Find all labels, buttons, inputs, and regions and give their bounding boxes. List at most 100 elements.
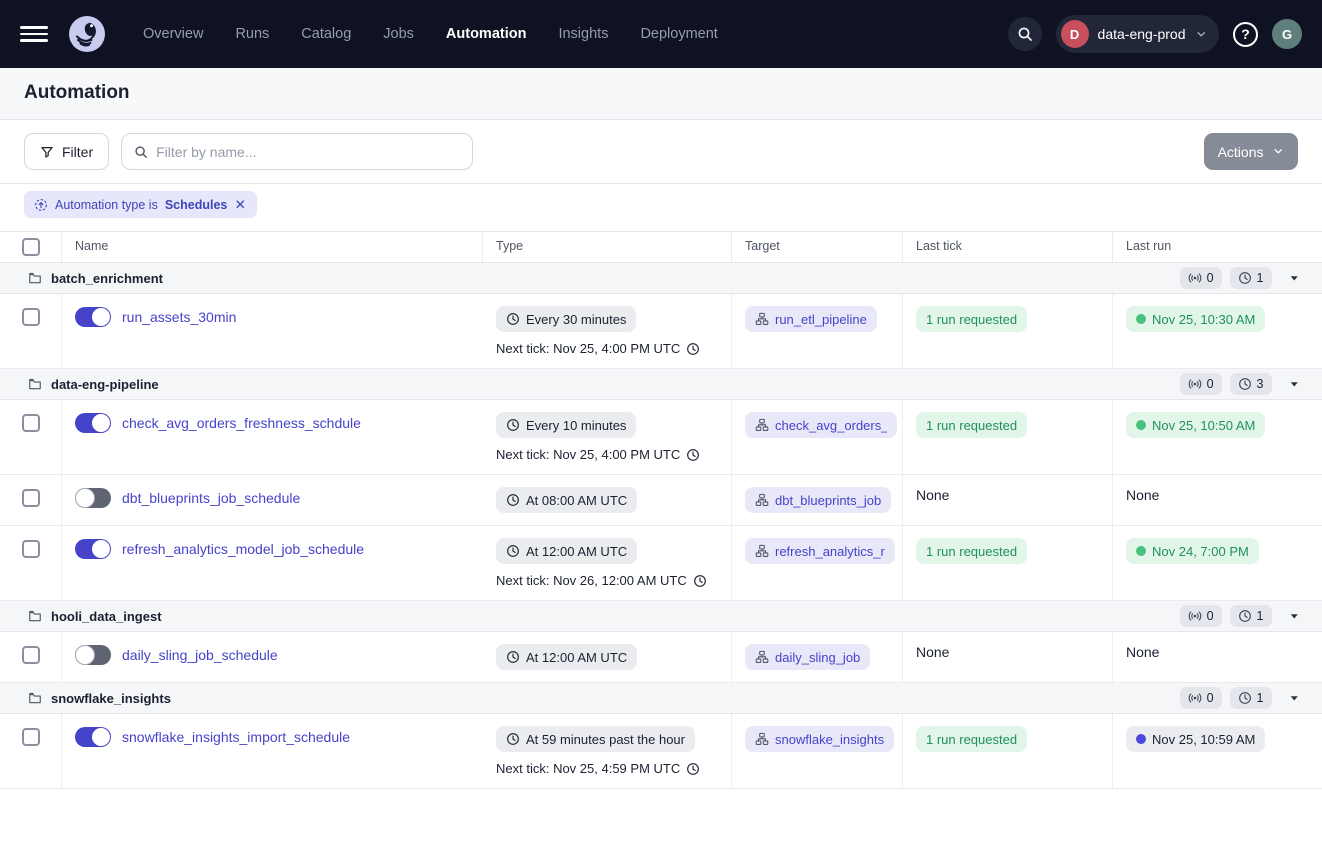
last-run-pill[interactable]: Nov 25, 10:50 AM [1126,412,1265,438]
collapse-group-button[interactable] [1288,272,1301,285]
schedule-toggle[interactable] [75,727,111,747]
nav-item-catalog[interactable]: Catalog [288,0,364,68]
last-tick-pill[interactable]: 1 run requested [916,538,1027,564]
last-tick-pill[interactable]: 1 run requested [916,412,1027,438]
schedule-name-link[interactable]: snowflake_insights_import_schedule [122,727,350,747]
group-row[interactable]: snowflake_insights 0 1 [0,683,1322,714]
name-filter-input[interactable] [156,144,460,160]
filter-button[interactable]: Filter [24,133,109,170]
nav-item-overview[interactable]: Overview [130,0,216,68]
folder-icon [28,609,42,623]
chevron-down-icon [1195,28,1208,41]
schedule-name-link[interactable]: dbt_blueprints_job_schedule [122,488,300,508]
row-checkbox[interactable] [22,308,40,326]
schedule-toggle[interactable] [75,488,111,508]
group-name: data-eng-pipeline [51,377,159,392]
collapse-group-button[interactable] [1288,378,1301,391]
row-checkbox[interactable] [22,646,40,664]
caret-down-icon [1288,378,1301,391]
schedule-toggle[interactable] [75,539,111,559]
schedule-toggle[interactable] [75,413,111,433]
dagster-logo-icon[interactable] [68,15,106,53]
clock-icon [686,448,700,462]
target-job-pill[interactable]: refresh_analytics_r [745,538,895,564]
collapse-group-button[interactable] [1288,692,1301,705]
column-header-type: Type [483,232,732,262]
active-filters-row: Automation type is Schedules [0,184,1322,232]
last-run-pill[interactable]: Nov 24, 7:00 PM [1126,538,1259,564]
job-graph-icon [755,650,769,664]
schedule-cadence-pill: At 59 minutes past the hour [496,726,695,752]
nav-item-jobs[interactable]: Jobs [370,0,427,68]
target-job-pill[interactable]: daily_sling_job [745,644,870,670]
job-graph-icon [755,732,769,746]
schedule-cadence-pill: At 08:00 AM UTC [496,487,637,513]
workspace-switcher[interactable]: D data-eng-prod [1056,15,1219,53]
sensor-count-badge: 0 [1180,605,1222,627]
schedule-toggle[interactable] [75,645,111,665]
next-tick-text: Next tick: Nov 25, 4:00 PM UTC [496,447,718,462]
caret-down-icon [1288,610,1301,623]
row-checkbox[interactable] [22,489,40,507]
nav-item-automation[interactable]: Automation [433,0,540,68]
row-checkbox[interactable] [22,414,40,432]
select-all-checkbox[interactable] [22,238,40,256]
run-success-dot [1136,546,1146,556]
schedule-name-link[interactable]: run_assets_30min [122,307,236,327]
target-job-pill[interactable]: run_etl_pipeline [745,306,877,332]
caret-down-icon [1288,692,1301,705]
last-run-pill[interactable]: Nov 25, 10:59 AM [1126,726,1265,752]
page-title: Automation [24,82,1298,104]
group-row[interactable]: hooli_data_ingest 0 1 [0,601,1322,632]
nav-item-insights[interactable]: Insights [545,0,621,68]
group-row[interactable]: data-eng-pipeline 0 3 [0,369,1322,400]
folder-icon [28,271,42,285]
group-row[interactable]: batch_enrichment 0 1 [0,263,1322,294]
schedule-toggle[interactable] [75,307,111,327]
last-run-pill[interactable]: Nov 25, 10:30 AM [1126,306,1265,332]
hamburger-menu-icon[interactable] [20,23,48,45]
schedule-name-link[interactable]: check_avg_orders_freshness_schdule [122,413,361,433]
last-run-none: None [1126,485,1159,503]
filter-chip-value: Schedules [165,198,228,212]
schedule-name-link[interactable]: refresh_analytics_model_job_schedule [122,539,364,559]
last-run-none: None [1126,642,1159,660]
search-icon [134,145,148,159]
column-header-name: Name [62,232,483,262]
clock-icon [506,650,520,664]
user-avatar[interactable]: G [1272,19,1302,49]
collapse-group-button[interactable] [1288,610,1301,623]
clock-icon [693,574,707,588]
target-job-pill[interactable]: check_avg_orders_ [745,412,897,438]
close-icon[interactable] [234,198,247,211]
target-job-pill[interactable]: snowflake_insights [745,726,894,752]
help-button[interactable]: ? [1233,22,1258,47]
schedule-cadence-pill: At 12:00 AM UTC [496,538,637,564]
last-tick-pill[interactable]: 1 run requested [916,306,1027,332]
workspace-avatar: D [1061,20,1089,48]
schedule-name-link[interactable]: daily_sling_job_schedule [122,645,278,665]
caret-down-icon [1288,272,1301,285]
group-name: batch_enrichment [51,271,163,286]
target-job-pill[interactable]: dbt_blueprints_job [745,487,891,513]
clock-icon [506,493,520,507]
actions-button[interactable]: Actions [1204,133,1298,170]
nav-item-deployment[interactable]: Deployment [627,0,730,68]
workspace-name: data-eng-prod [1098,26,1186,42]
schedule-count-badge: 3 [1230,373,1272,395]
column-header-last-run: Last run [1113,232,1322,262]
last-tick-pill[interactable]: 1 run requested [916,726,1027,752]
search-icon [1017,26,1033,42]
schedule-cadence-pill: Every 10 minutes [496,412,636,438]
row-checkbox[interactable] [22,540,40,558]
column-header-target: Target [732,232,903,262]
sensor-count-badge: 0 [1180,267,1222,289]
automation-type-filter-chip[interactable]: Automation type is Schedules [24,191,257,218]
nav-item-runs[interactable]: Runs [222,0,282,68]
table-row: daily_sling_job_schedule At 12:00 AM UTC… [0,632,1322,683]
clock-icon [686,342,700,356]
row-checkbox[interactable] [22,728,40,746]
search-button[interactable] [1008,17,1042,51]
sensor-icon [1188,691,1202,705]
job-graph-icon [755,312,769,326]
